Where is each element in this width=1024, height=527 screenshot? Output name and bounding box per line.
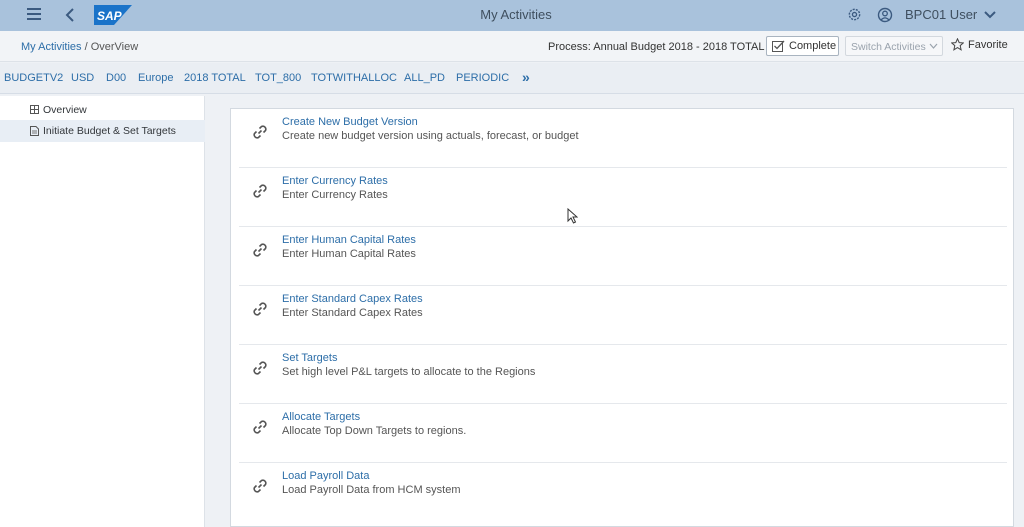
link-icon [253,125,267,139]
switch-activities-select[interactable]: Switch Activities [845,36,943,56]
document-icon [30,126,39,136]
sidebar-item-overview[interactable]: Overview [0,99,205,121]
context-item[interactable]: 2018 TOTAL [184,72,246,84]
link-icon [253,420,267,434]
activity-item[interactable]: Set Targets Set high level P&L targets t… [239,345,1007,404]
activity-title[interactable]: Enter Standard Capex Rates [282,293,423,305]
activity-title[interactable]: Load Payroll Data [282,470,369,482]
activity-description: Enter Currency Rates [282,189,388,201]
process-label: Process: Annual Budget 2018 - 2018 TOTAL [548,41,765,53]
context-item[interactable]: BUDGETV2 [4,72,63,84]
activity-title[interactable]: Enter Human Capital Rates [282,234,416,246]
context-more-button[interactable]: » [522,69,530,85]
overview-icon [30,105,39,114]
breadcrumb-link[interactable]: My Activities [21,41,82,53]
shell-bar: SAP My Activities BPC01 User [0,0,1024,31]
activity-description: Allocate Top Down Targets to regions. [282,425,467,437]
main-content: Create New Budget Version Create new bud… [206,96,1024,527]
context-item[interactable]: PERIODIC [456,72,509,84]
favorite-label: Favorite [968,39,1008,51]
activity-description: Load Payroll Data from HCM system [282,484,461,496]
activity-item[interactable]: Enter Human Capital Rates Enter Human Ca… [239,227,1007,286]
sidebar-item-label: Initiate Budget & Set Targets [43,125,176,137]
breadcrumb-current: / OverView [84,41,139,53]
link-icon [253,243,267,257]
activity-item[interactable]: Enter Currency Rates Enter Currency Rate… [239,168,1007,227]
link-icon [253,184,267,198]
activity-title[interactable]: Create New Budget Version [282,116,418,128]
sidebar: Overview Initiate Budget & Set Targets [0,96,205,527]
sub-header: My Activities / OverView Process: Annual… [0,31,1024,62]
user-icon[interactable] [877,7,893,23]
sidebar-item-initiate-budget[interactable]: Initiate Budget & Set Targets [0,120,205,142]
context-item[interactable]: TOTWITHALLOC [311,72,397,84]
activity-item[interactable]: Allocate Targets Allocate Top Down Targe… [239,404,1007,463]
activity-description: Create new budget version using actuals,… [282,130,579,142]
activity-title[interactable]: Allocate Targets [282,411,360,423]
sap-logo: SAP [94,5,132,25]
mouse-cursor-icon [567,208,578,224]
activity-description: Enter Human Capital Rates [282,248,416,260]
gear-icon[interactable] [847,7,862,22]
link-icon [253,361,267,375]
user-name[interactable]: BPC01 User [905,7,977,22]
link-icon [253,479,267,493]
sidebar-item-label: Overview [43,104,87,116]
chevron-down-icon[interactable] [983,8,997,22]
link-icon [253,302,267,316]
checkbox-icon [772,40,785,52]
context-bar: BUDGETV2 USD D00 Europe 2018 TOTAL TOT_8… [0,63,1024,94]
activity-item[interactable]: Create New Budget Version Create new bud… [239,109,1007,168]
activity-item[interactable]: Enter Standard Capex Rates Enter Standar… [239,286,1007,345]
context-item[interactable]: D00 [106,72,126,84]
activity-panel: Create New Budget Version Create new bud… [230,108,1014,527]
menu-icon[interactable] [27,7,43,21]
activity-item[interactable]: Load Payroll Data Load Payroll Data from… [239,463,1007,522]
context-item[interactable]: ALL_PD [404,72,445,84]
context-item[interactable]: TOT_800 [255,72,301,84]
activity-description: Enter Standard Capex Rates [282,307,423,319]
context-item[interactable]: USD [71,72,94,84]
activity-description: Set high level P&L targets to allocate t… [282,366,536,378]
star-icon [951,38,964,51]
back-icon[interactable] [62,6,78,24]
svg-text:SAP: SAP [97,9,123,23]
breadcrumb: My Activities / OverView [21,41,138,53]
activity-title[interactable]: Set Targets [282,352,337,364]
context-item[interactable]: Europe [138,72,173,84]
chevron-down-icon [929,43,938,49]
complete-label: Complete [789,40,837,52]
complete-button[interactable]: Complete [766,36,839,56]
shell-title: My Activities [480,7,552,22]
switch-activities-label: Switch Activities [851,41,926,53]
activity-title[interactable]: Enter Currency Rates [282,175,388,187]
